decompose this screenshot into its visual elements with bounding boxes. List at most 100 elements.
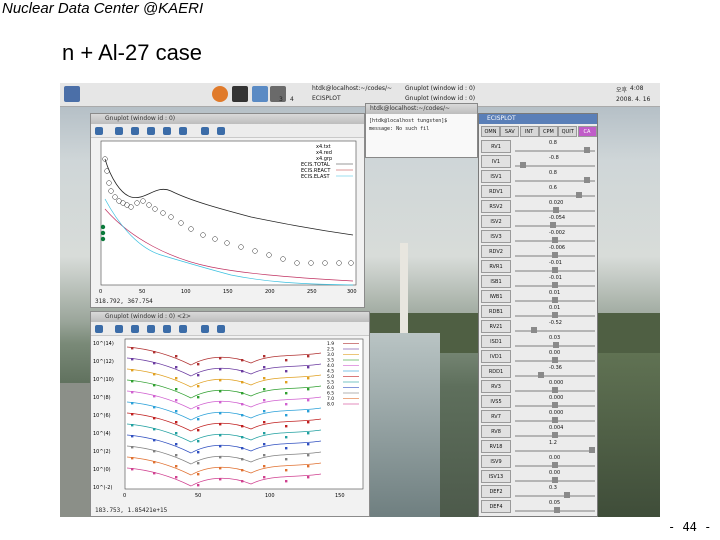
param-name[interactable]: RV21 — [481, 320, 511, 333]
settings-icon[interactable] — [201, 127, 209, 135]
workspace-1[interactable]: 3 — [279, 96, 283, 103]
terminal-icon[interactable] — [232, 86, 248, 102]
param-name[interactable]: IV1 — [481, 155, 511, 168]
firefox-icon[interactable] — [212, 86, 228, 102]
slider-handle[interactable] — [537, 372, 544, 378]
tab-omn[interactable]: OMN — [481, 126, 500, 137]
param-name[interactable]: RV7 — [481, 410, 511, 423]
slider-handle[interactable] — [551, 252, 558, 258]
param-name[interactable]: RDB1 — [481, 305, 511, 318]
param-slider[interactable] — [515, 312, 595, 318]
param-slider[interactable] — [515, 417, 595, 423]
param-name[interactable]: ISV2 — [481, 215, 511, 228]
app-icon[interactable] — [270, 86, 286, 102]
param-name[interactable]: IWB1 — [481, 290, 511, 303]
slider-handle[interactable] — [552, 417, 558, 423]
param-slider[interactable] — [515, 447, 595, 453]
slider-handle[interactable] — [576, 192, 582, 198]
slider-handle[interactable] — [551, 282, 558, 288]
slider-handle[interactable] — [564, 492, 570, 498]
grid-icon[interactable] — [131, 325, 139, 333]
param-slider[interactable] — [515, 267, 595, 273]
zoom-next-icon[interactable] — [163, 127, 171, 135]
ecisplot-window[interactable]: ECISPLOT OMN SAV INT CPM QUIT CA RV1 0.8 IV1 -0.… — [478, 113, 598, 517]
param-name[interactable]: ISV3 — [481, 230, 511, 243]
slider-handle[interactable] — [520, 162, 526, 168]
param-slider[interactable] — [515, 282, 595, 288]
slider-handle[interactable] — [589, 447, 595, 453]
help-icon[interactable] — [217, 325, 225, 333]
param-name[interactable]: RDD1 — [481, 365, 511, 378]
slider-handle[interactable] — [553, 342, 560, 348]
param-name[interactable]: ISD1 — [481, 335, 511, 348]
zoom-prev-icon[interactable] — [147, 325, 155, 333]
param-slider[interactable] — [515, 207, 595, 213]
slider-handle[interactable] — [551, 237, 558, 243]
tab-int[interactable]: INT — [519, 126, 539, 137]
param-slider[interactable] — [515, 297, 595, 303]
terminal-window[interactable]: htdk@localhost:~/codes/~ [htdk@localhost… — [365, 103, 478, 158]
param-slider[interactable] — [515, 237, 595, 243]
copy-icon[interactable] — [95, 325, 103, 333]
param-slider[interactable] — [515, 432, 595, 438]
param-name[interactable]: RV3 — [481, 380, 511, 393]
param-slider[interactable] — [515, 177, 595, 183]
param-name[interactable]: DEF4 — [481, 500, 511, 513]
tab-sav[interactable]: SAV — [500, 126, 520, 137]
refresh-icon[interactable] — [115, 127, 123, 135]
param-slider[interactable] — [515, 342, 595, 348]
files-icon[interactable] — [252, 86, 268, 102]
param-name[interactable]: DEF2 — [481, 485, 511, 498]
slider-handle[interactable] — [584, 177, 590, 183]
slider-handle[interactable] — [551, 267, 558, 273]
slider-handle[interactable] — [552, 387, 558, 393]
gnuplot-window-1[interactable]: Gnuplot (window id : 0) x4.txt x4.red x4… — [90, 113, 365, 308]
zoom-icon[interactable] — [179, 325, 187, 333]
slider-handle[interactable] — [584, 147, 590, 153]
zoom-prev-icon[interactable] — [147, 127, 155, 135]
zoom-next-icon[interactable] — [163, 325, 171, 333]
slider-handle[interactable] — [552, 357, 558, 363]
slider-handle[interactable] — [552, 297, 559, 303]
param-name[interactable]: RV1 — [481, 140, 511, 153]
slider-handle[interactable] — [552, 477, 558, 483]
copy-icon[interactable] — [95, 127, 103, 135]
ecisplot-title[interactable]: ECISPLOT — [479, 114, 597, 124]
param-slider[interactable] — [515, 462, 595, 468]
param-name[interactable]: RVR1 — [481, 260, 511, 273]
param-slider[interactable] — [515, 357, 595, 363]
param-slider[interactable] — [515, 192, 595, 198]
param-name[interactable]: ISB1 — [481, 275, 511, 288]
param-name[interactable]: IVD1 — [481, 350, 511, 363]
param-name[interactable]: ISV9 — [481, 455, 511, 468]
grid-icon[interactable] — [131, 127, 139, 135]
taskbar-item-terminal[interactable]: htdk@localhost:~/codes/~ — [312, 85, 392, 92]
workspace-2[interactable]: 4 — [290, 96, 294, 103]
zoom-icon[interactable] — [179, 127, 187, 135]
param-name[interactable]: RV8 — [481, 425, 511, 438]
param-slider[interactable] — [515, 387, 595, 393]
help-icon[interactable] — [217, 127, 225, 135]
param-name[interactable]: IVS5 — [481, 395, 511, 408]
param-slider[interactable] — [515, 507, 595, 513]
param-slider[interactable] — [515, 222, 595, 228]
refresh-icon[interactable] — [115, 325, 123, 333]
param-slider[interactable] — [515, 372, 595, 378]
slider-handle[interactable] — [552, 402, 558, 408]
taskbar-item-gnuplot-2[interactable]: Gnuplot (window id : 0) — [405, 95, 475, 102]
param-slider[interactable] — [515, 162, 595, 168]
slider-handle[interactable] — [552, 432, 559, 438]
settings-icon[interactable] — [201, 325, 209, 333]
param-name[interactable]: ISV13 — [481, 470, 511, 483]
param-slider[interactable] — [515, 402, 595, 408]
param-name[interactable]: RV18 — [481, 440, 511, 453]
slider-handle[interactable] — [531, 327, 538, 333]
param-slider[interactable] — [515, 327, 595, 333]
window-title[interactable]: Gnuplot (window id : 0) — [91, 114, 364, 124]
param-slider[interactable] — [515, 252, 595, 258]
gnuplot-window-2[interactable]: Gnuplot (window id : 0) <2> 10^(14) 10^(… — [90, 311, 370, 517]
taskbar-item-ecisplot[interactable]: ECISPLOT — [312, 95, 341, 102]
tab-quit[interactable]: QUIT — [558, 126, 578, 137]
tab-ca[interactable]: CA — [577, 126, 597, 137]
terminal-title[interactable]: htdk@localhost:~/codes/~ — [366, 104, 477, 114]
